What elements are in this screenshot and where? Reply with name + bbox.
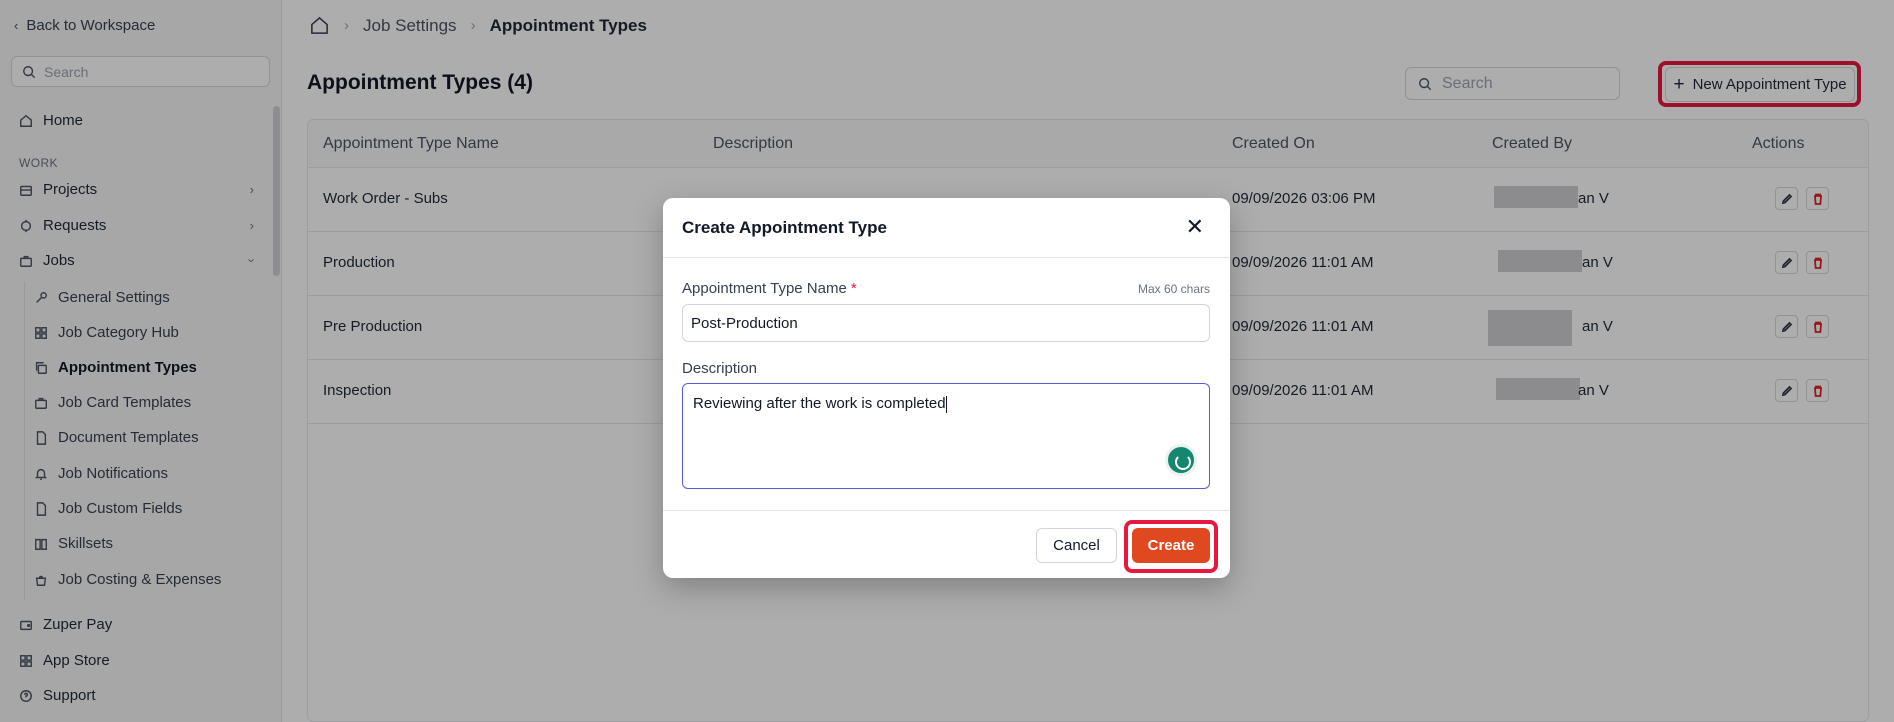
text-cursor bbox=[945, 395, 947, 413]
close-icon[interactable]: ✕ bbox=[1186, 214, 1204, 240]
appointment-type-name-input[interactable]: Post-Production bbox=[682, 304, 1210, 342]
description-value: Reviewing after the work is completed bbox=[693, 395, 946, 412]
description-field-label: Description bbox=[682, 360, 758, 377]
name-input-value: Post-Production bbox=[691, 314, 798, 332]
grammarly-icon[interactable] bbox=[1165, 444, 1197, 476]
name-field-label: Appointment Type Name * bbox=[682, 280, 857, 297]
max-chars-hint: Max 60 chars bbox=[1137, 282, 1210, 296]
divider bbox=[663, 257, 1230, 258]
dialog-title: Create Appointment Type bbox=[682, 218, 887, 237]
required-indicator: * bbox=[850, 280, 857, 297]
create-button[interactable]: Create bbox=[1132, 528, 1210, 563]
description-textarea[interactable]: Reviewing after the work is completed bbox=[682, 383, 1210, 489]
create-appointment-type-dialog: Create Appointment Type ✕ Appointment Ty… bbox=[663, 198, 1230, 578]
cancel-button[interactable]: Cancel bbox=[1036, 528, 1117, 563]
name-label-text: Appointment Type Name bbox=[682, 280, 847, 297]
divider bbox=[663, 510, 1230, 511]
